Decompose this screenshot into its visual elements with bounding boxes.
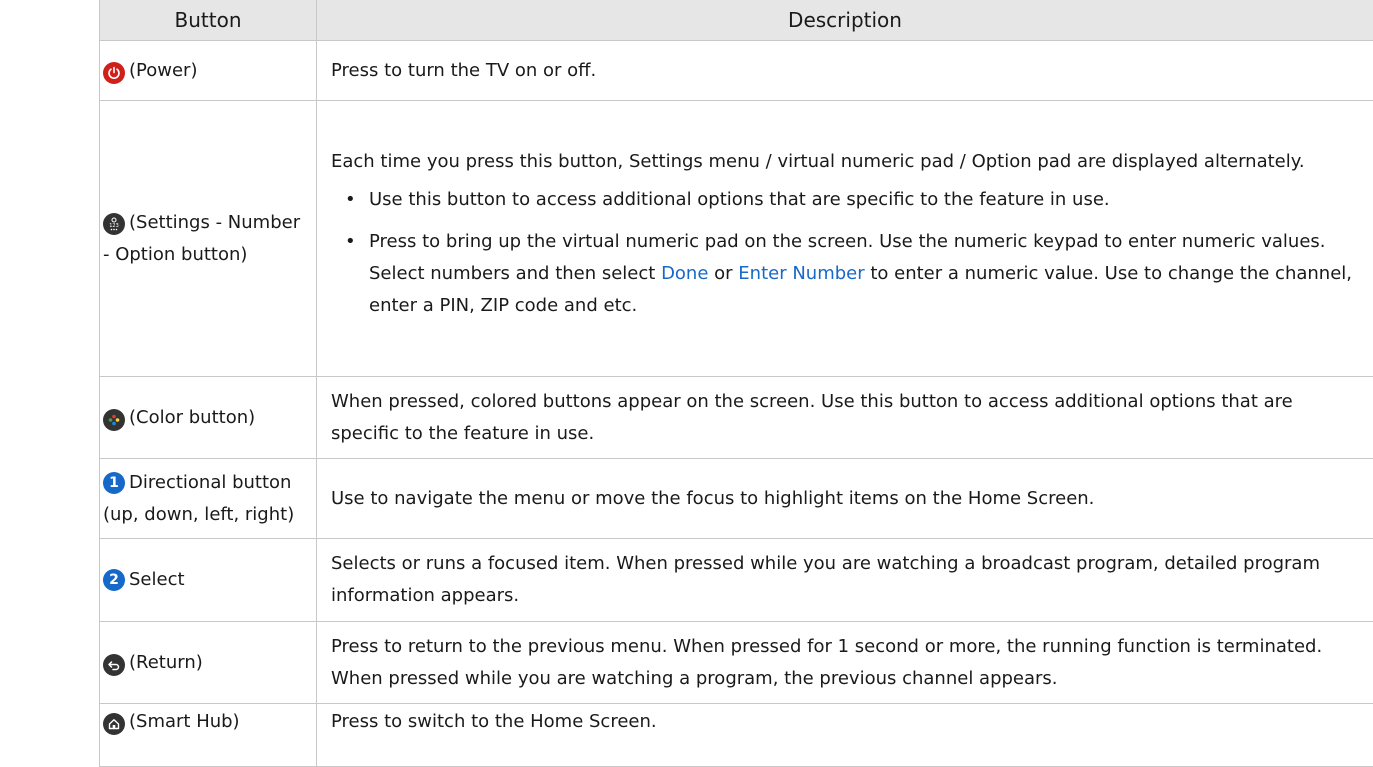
done-link: Done: [661, 263, 708, 284]
list-item: Press to bring up the virtual numeric pa…: [353, 226, 1359, 322]
button-cell: 1Directional button (up, down, left, rig…: [100, 459, 317, 539]
button-cell: (Power): [100, 41, 317, 101]
description-cell: When pressed, colored buttons appear on …: [317, 377, 1373, 459]
header-description: Description: [317, 0, 1373, 41]
power-icon: [103, 62, 125, 84]
button-cell: 2Select: [100, 539, 317, 622]
settings-bullets: Use this button to access additional opt…: [331, 184, 1359, 322]
button-label: Select: [129, 569, 185, 590]
table-row: (Smart Hub) Press to switch to the Home …: [100, 704, 1373, 767]
description-cell: Press to switch to the Home Screen.: [317, 704, 1373, 767]
table-row: 1Directional button (up, down, left, rig…: [100, 459, 1373, 539]
button-label: (Smart Hub): [129, 711, 240, 732]
number-2-badge: 2: [103, 569, 125, 591]
bullet-text: or: [708, 263, 738, 284]
button-label: (Color button): [129, 407, 255, 428]
number-1-badge: 1: [103, 472, 125, 494]
remote-buttons-table: Button Description (Power) Press to turn…: [99, 0, 1373, 767]
settings-number-option-icon: 123: [103, 213, 125, 235]
svg-text:123: 123: [109, 223, 119, 229]
settings-intro: Each time you press this button, Setting…: [331, 146, 1359, 178]
enter-number-link: Enter Number: [738, 263, 864, 284]
description-cell: Selects or runs a focused item. When pre…: [317, 539, 1373, 622]
button-cell: (Smart Hub): [100, 704, 317, 767]
table-header-row: Button Description: [100, 0, 1373, 41]
description-cell: Each time you press this button, Setting…: [317, 101, 1373, 377]
button-label: Directional button (up, down, left, righ…: [103, 472, 294, 525]
button-label: (Return): [129, 652, 203, 673]
button-cell: (Return): [100, 622, 317, 704]
table-row: 2Select Selects or runs a focused item. …: [100, 539, 1373, 622]
description-cell: Use to navigate the menu or move the foc…: [317, 459, 1373, 539]
description-cell: Press to return to the previous menu. Wh…: [317, 622, 1373, 704]
home-icon: [103, 713, 125, 735]
return-icon: [103, 654, 125, 676]
table-row: (Color button) When pressed, colored but…: [100, 377, 1373, 459]
button-cell: (Color button): [100, 377, 317, 459]
header-button: Button: [100, 0, 317, 41]
button-label: (Power): [129, 60, 197, 81]
table-row: (Power) Press to turn the TV on or off.: [100, 41, 1373, 101]
button-label: (Settings - Number - Option button): [103, 212, 300, 265]
table-row: (Return) Press to return to the previous…: [100, 622, 1373, 704]
button-cell: 123 (Settings - Number - Option button): [100, 101, 317, 377]
color-button-icon: [103, 409, 125, 431]
list-item: Use this button to access additional opt…: [353, 184, 1359, 216]
description-cell: Press to turn the TV on or off.: [317, 41, 1373, 101]
table-row: 123 (Settings - Number - Option button) …: [100, 101, 1373, 377]
